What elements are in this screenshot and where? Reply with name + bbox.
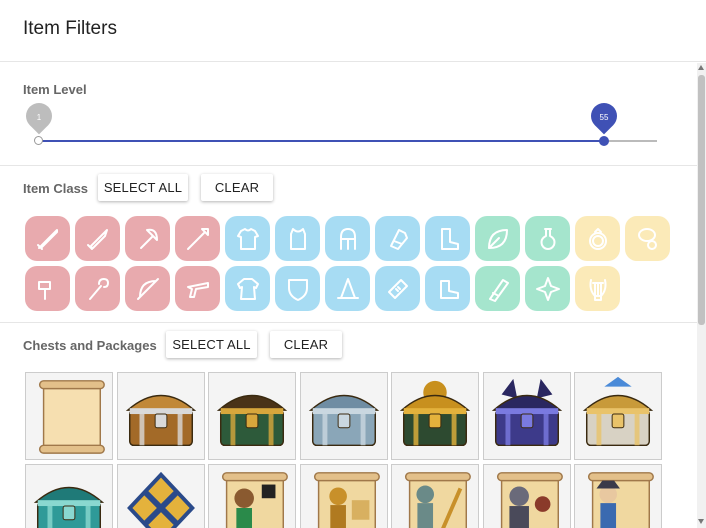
- wizard-hat-icon[interactable]: [325, 266, 370, 311]
- helmet-icon[interactable]: [325, 216, 370, 261]
- gold-dragon-chest-icon[interactable]: [391, 372, 479, 460]
- scroll-icon[interactable]: [475, 266, 520, 311]
- divider: [0, 322, 697, 323]
- amulet-icon[interactable]: [625, 216, 670, 261]
- dialog-title: Item Filters: [23, 18, 117, 39]
- hammer-icon[interactable]: [25, 266, 70, 311]
- dark-knight-scroll-icon[interactable]: [482, 464, 571, 528]
- boot-icon[interactable]: [425, 216, 470, 261]
- sword-icon[interactable]: [25, 216, 70, 261]
- spear-icon[interactable]: [175, 216, 220, 261]
- purple-demon-chest-icon[interactable]: [482, 372, 571, 460]
- silver-chest-icon[interactable]: [299, 372, 388, 460]
- vest-icon[interactable]: [275, 216, 320, 261]
- scroll-package-icon[interactable]: [25, 372, 113, 460]
- item-class-select-all-button[interactable]: SELECT ALL: [98, 174, 188, 201]
- wooden-chest-icon[interactable]: [116, 372, 205, 460]
- level-max-handle[interactable]: [599, 136, 609, 146]
- level-slider-fill: [39, 140, 604, 142]
- golden-warrior-scroll-icon[interactable]: [299, 464, 388, 528]
- chests-select-all-button[interactable]: SELECT ALL: [166, 331, 257, 358]
- dagger-icon[interactable]: [75, 216, 120, 261]
- robe-icon[interactable]: [225, 266, 270, 311]
- adventurer-scroll-icon[interactable]: [574, 464, 662, 528]
- gun-icon[interactable]: [175, 266, 220, 311]
- chest-armor-icon[interactable]: [225, 216, 270, 261]
- item-level-label: Item Level: [23, 82, 87, 97]
- shuriken-icon[interactable]: [525, 266, 570, 311]
- bandage-icon[interactable]: [375, 266, 420, 311]
- scrollbar-thumb[interactable]: [698, 75, 705, 325]
- level-max-value: 55: [599, 113, 609, 122]
- lyre-icon[interactable]: [575, 266, 620, 311]
- dialog-header: Item Filters: [0, 0, 706, 62]
- leaf-icon[interactable]: [475, 216, 520, 261]
- bow-icon[interactable]: [125, 266, 170, 311]
- green-gold-chest-icon[interactable]: [208, 372, 296, 460]
- scrollbar[interactable]: [697, 63, 706, 528]
- shield-icon[interactable]: [275, 266, 320, 311]
- item-class-label: Item Class: [23, 181, 89, 196]
- gold-crown-chest-icon[interactable]: [574, 372, 662, 460]
- potion-icon[interactable]: [525, 216, 570, 261]
- filters-content: Item Level 1 55 Item Class SELECT ALL CL…: [0, 63, 697, 528]
- gauntlet-icon[interactable]: [375, 216, 420, 261]
- staff-icon[interactable]: [75, 266, 120, 311]
- divider: [0, 165, 697, 166]
- scroll-up-arrow-icon[interactable]: [698, 65, 704, 70]
- chests-label: Chests and Packages: [23, 338, 157, 353]
- axe-icon[interactable]: [125, 216, 170, 261]
- statue-scroll-icon[interactable]: [391, 464, 479, 528]
- gold-emblem-chest-icon[interactable]: [116, 464, 205, 528]
- teal-monster-chest-icon[interactable]: [25, 464, 113, 528]
- item-class-clear-button[interactable]: CLEAR: [201, 174, 273, 201]
- level-min-value: 1: [36, 113, 42, 122]
- scroll-down-arrow-icon[interactable]: [698, 519, 704, 524]
- shoe-icon[interactable]: [425, 266, 470, 311]
- ring-icon[interactable]: [575, 216, 620, 261]
- hero-scroll-package-icon[interactable]: [208, 464, 296, 528]
- level-min-handle[interactable]: [34, 136, 43, 145]
- chests-clear-button[interactable]: CLEAR: [270, 331, 342, 358]
